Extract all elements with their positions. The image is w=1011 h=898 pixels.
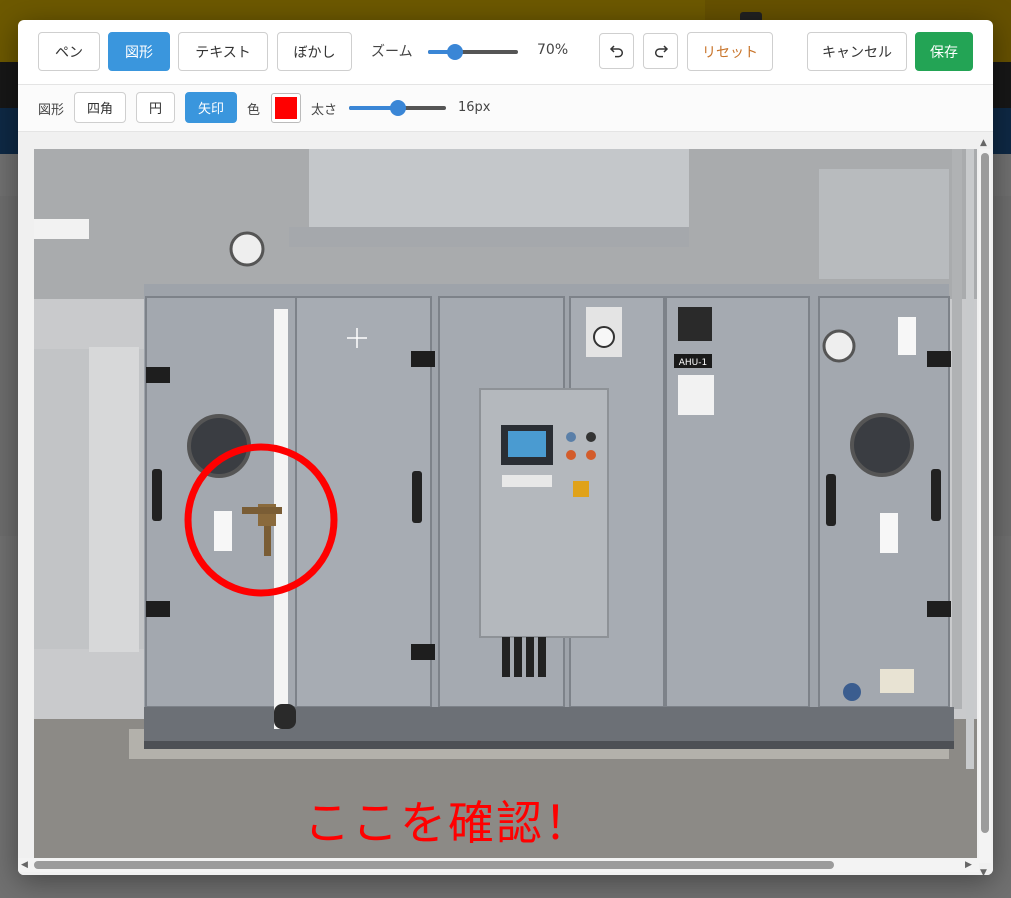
redo-icon <box>654 45 668 58</box>
scroll-down-icon[interactable]: ▼ <box>980 868 987 875</box>
horizontal-scrollbar[interactable]: ◀ ▶ <box>18 858 979 872</box>
thickness-value: 16px <box>458 100 491 115</box>
redo-button[interactable] <box>643 33 678 69</box>
main-toolbar: ペン 図形 テキスト ぼかし ズーム 70% リセット キャンセル 保存 <box>18 20 993 85</box>
shape-options-toolbar: 図形 四角 円 矢印 色 太さ 16px <box>18 85 993 132</box>
scroll-left-icon[interactable]: ◀ <box>21 860 28 870</box>
undo-button[interactable] <box>599 33 634 69</box>
thickness-slider[interactable] <box>349 100 446 116</box>
text-tool-button[interactable]: テキスト <box>178 32 268 71</box>
shape-arrow-button[interactable]: 矢印 <box>185 92 237 123</box>
zoom-slider[interactable] <box>428 44 518 60</box>
image-editor-modal: ペン 図形 テキスト ぼかし ズーム 70% リセット キャンセル 保存 図形 <box>18 20 993 875</box>
vertical-scrollbar[interactable] <box>979 149 991 863</box>
reset-button[interactable]: リセット <box>687 32 773 71</box>
shape-tool-button[interactable]: 図形 <box>108 32 170 71</box>
cancel-button[interactable]: キャンセル <box>807 32 907 71</box>
blur-tool-button[interactable]: ぼかし <box>277 32 352 71</box>
canvas-area: AHU-1 ここを確認！ ◀ ▶ ▲ ▼ <box>18 132 993 875</box>
color-label: 色 <box>247 103 261 118</box>
shape-circle-button[interactable]: 円 <box>136 92 175 123</box>
pen-tool-button[interactable]: ペン <box>38 32 100 71</box>
equipment-photo: AHU-1 <box>34 149 977 860</box>
shape-rect-button[interactable]: 四角 <box>74 92 126 123</box>
scroll-up-icon[interactable]: ▲ <box>980 138 987 148</box>
undo-icon <box>609 45 623 58</box>
zoom-label: ズーム <box>371 44 413 60</box>
thickness-label: 太さ <box>311 103 338 118</box>
zoom-value: 70% <box>537 42 569 58</box>
scroll-right-icon[interactable]: ▶ <box>965 860 972 870</box>
annotation-text[interactable]: ここを確認！ <box>304 787 592 853</box>
equipment-tag: AHU-1 <box>679 358 708 368</box>
save-button[interactable]: 保存 <box>915 32 973 71</box>
shape-options-label: 図形 <box>38 103 65 118</box>
editing-canvas[interactable]: AHU-1 ここを確認！ <box>34 149 977 860</box>
color-picker[interactable] <box>271 93 301 123</box>
